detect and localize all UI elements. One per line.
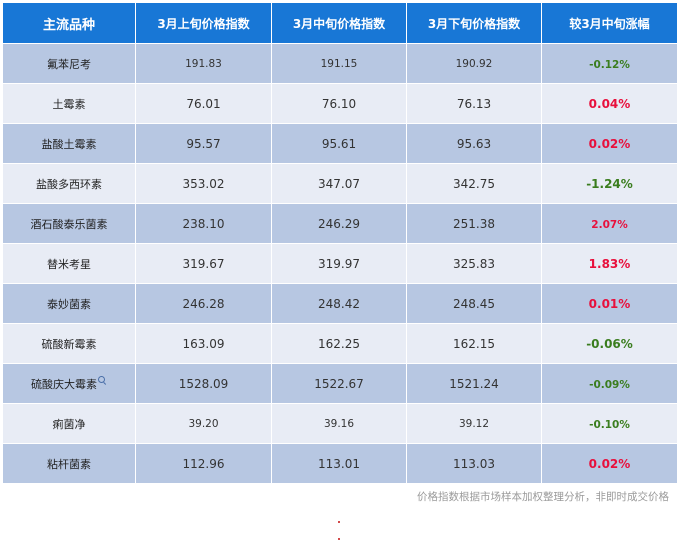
row-mid: 1522.67 — [271, 363, 407, 404]
row-early: 353.02 — [135, 163, 272, 204]
separator-dot — [338, 538, 340, 540]
row-early: 1528.09 — [135, 363, 272, 404]
row-name: 土霉素 — [2, 83, 136, 124]
row-late: 162.15 — [406, 323, 542, 364]
row-mid: 76.10 — [271, 83, 407, 124]
row-early: 163.09 — [135, 323, 272, 364]
table-row: 粘杆菌素 112.96 113.01 113.03 0.02% — [2, 443, 678, 484]
row-mid: 248.42 — [271, 283, 407, 324]
row-early: 39.20 — [135, 403, 272, 444]
row-late: 342.75 — [406, 163, 542, 204]
table-row: 盐酸多西环素 353.02 347.07 342.75 -1.24% — [2, 163, 678, 204]
row-name: 泰妙菌素 — [2, 283, 136, 324]
row-mid: 162.25 — [271, 323, 407, 364]
change-value: 0.04% — [588, 96, 631, 111]
change-value: 1.83% — [588, 256, 631, 271]
row-name: 硫酸新霉素 — [2, 323, 136, 364]
row-late: 113.03 — [406, 443, 542, 484]
table-row: 土霉素 76.01 76.10 76.13 0.04% — [2, 83, 678, 124]
change-value: -0.09% — [589, 378, 630, 391]
row-change: 1.83% — [541, 243, 678, 284]
change-value: 0.01% — [588, 296, 631, 311]
row-name: 盐酸多西环素 — [2, 163, 136, 204]
search-icon[interactable] — [98, 375, 107, 385]
header-early-march: 3月上旬价格指数 — [135, 2, 272, 44]
row-change: 0.02% — [541, 123, 678, 164]
row-late: 76.13 — [406, 83, 542, 124]
row-early: 246.28 — [135, 283, 272, 324]
header-mid-march: 3月中旬价格指数 — [271, 2, 407, 44]
change-value: -0.10% — [589, 418, 630, 431]
change-value: 2.07% — [591, 218, 628, 231]
row-change: 0.04% — [541, 83, 678, 124]
row-early: 238.10 — [135, 203, 272, 244]
change-value: -0.06% — [586, 336, 633, 351]
change-value: -1.24% — [586, 176, 633, 191]
row-mid: 95.61 — [271, 123, 407, 164]
row-early: 191.83 — [135, 43, 272, 84]
price-index-table: 主流品种 3月上旬价格指数 3月中旬价格指数 3月下旬价格指数 较3月中旬涨幅 … — [2, 2, 678, 484]
row-change: 0.02% — [541, 443, 678, 484]
row-mid: 319.97 — [271, 243, 407, 284]
row-change: -0.12% — [541, 43, 678, 84]
row-late: 1521.24 — [406, 363, 542, 404]
table-row: 盐酸土霉素 95.57 95.61 95.63 0.02% — [2, 123, 678, 164]
table-row: 硫酸新霉素 163.09 162.25 162.15 -0.06% — [2, 323, 678, 364]
row-change: -1.24% — [541, 163, 678, 204]
row-change: 0.01% — [541, 283, 678, 324]
row-name: 氟苯尼考 — [2, 43, 136, 84]
row-change: -0.09% — [541, 363, 678, 404]
footnote: 价格指数根据市场样本加权整理分析，非即时成交价格 — [417, 491, 669, 503]
header-late-march: 3月下旬价格指数 — [406, 2, 542, 44]
table-row: 氟苯尼考 191.83 191.15 190.92 -0.12% — [2, 43, 678, 84]
row-mid: 113.01 — [271, 443, 407, 484]
row-late: 251.38 — [406, 203, 542, 244]
row-change: 2.07% — [541, 203, 678, 244]
header-row: 主流品种 3月上旬价格指数 3月中旬价格指数 3月下旬价格指数 较3月中旬涨幅 — [2, 2, 678, 44]
table-row: 替米考星 319.67 319.97 325.83 1.83% — [2, 243, 678, 284]
row-name: 替米考星 — [2, 243, 136, 284]
row-change: -0.10% — [541, 403, 678, 444]
change-value: 0.02% — [588, 456, 631, 471]
table-row: 痢菌净 39.20 39.16 39.12 -0.10% — [2, 403, 678, 444]
row-late: 95.63 — [406, 123, 542, 164]
row-late: 248.45 — [406, 283, 542, 324]
row-early: 319.67 — [135, 243, 272, 284]
row-mid: 246.29 — [271, 203, 407, 244]
row-late: 39.12 — [406, 403, 542, 444]
separator-dot — [338, 521, 340, 523]
row-name: 硫酸庆大霉素 — [2, 363, 136, 404]
table-row: 硫酸庆大霉素 1528.09 1522.67 1521.24 -0.09% — [2, 363, 678, 404]
row-name: 粘杆菌素 — [2, 443, 136, 484]
row-early: 112.96 — [135, 443, 272, 484]
row-name-text: 硫酸庆大霉素 — [31, 377, 97, 391]
change-value: 0.02% — [588, 136, 631, 151]
row-early: 95.57 — [135, 123, 272, 164]
row-mid: 39.16 — [271, 403, 407, 444]
table-row: 泰妙菌素 246.28 248.42 248.45 0.01% — [2, 283, 678, 324]
header-change: 较3月中旬涨幅 — [541, 2, 678, 44]
row-early: 76.01 — [135, 83, 272, 124]
header-variety: 主流品种 — [2, 2, 136, 44]
row-name: 痢菌净 — [2, 403, 136, 444]
table-row: 酒石酸泰乐菌素 238.10 246.29 251.38 2.07% — [2, 203, 678, 244]
change-value: -0.12% — [589, 58, 630, 71]
row-mid: 347.07 — [271, 163, 407, 204]
row-late: 325.83 — [406, 243, 542, 284]
row-late: 190.92 — [406, 43, 542, 84]
row-name: 酒石酸泰乐菌素 — [2, 203, 136, 244]
row-name: 盐酸土霉素 — [2, 123, 136, 164]
row-change: -0.06% — [541, 323, 678, 364]
row-mid: 191.15 — [271, 43, 407, 84]
